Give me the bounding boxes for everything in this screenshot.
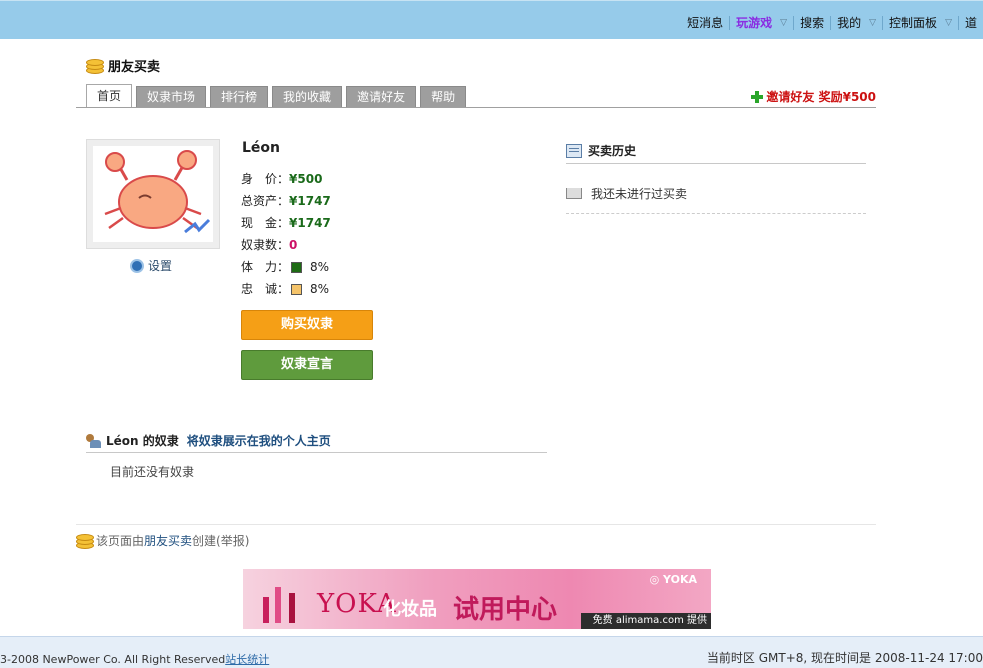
- content-footer-divider: [76, 524, 876, 525]
- stat-slave-count: 奴隶数： 0: [241, 238, 298, 252]
- tab-home[interactable]: 首页: [86, 84, 133, 108]
- banner-headline: 试用中心: [453, 595, 558, 625]
- top-nav-messages[interactable]: 短消息: [681, 16, 729, 30]
- buy-slave-button[interactable]: 购买奴隶: [241, 310, 373, 340]
- stats-link[interactable]: 站长统计: [225, 653, 269, 666]
- crab-avatar-image: [93, 146, 213, 242]
- top-nav-games[interactable]: 玩游戏 ▽: [729, 16, 793, 30]
- top-nav-search[interactable]: 搜索: [793, 16, 830, 30]
- chevron-down-icon[interactable]: ▽: [780, 16, 787, 30]
- top-bar: 短消息 玩游戏 ▽ 搜索 我的 ▽ 控制面板 ▽ 道: [0, 0, 983, 39]
- cart-icon: [566, 188, 582, 199]
- tab-favorites[interactable]: 我的收藏: [272, 86, 343, 108]
- slaves-empty: 目前还没有奴隶: [110, 465, 195, 479]
- username: Léon: [242, 140, 281, 156]
- app-title: 朋友买卖: [108, 60, 161, 75]
- tab-ranking[interactable]: 排行榜: [210, 86, 269, 108]
- top-nav: 短消息 玩游戏 ▽ 搜索 我的 ▽ 控制面板 ▽ 道: [681, 15, 983, 31]
- app-link[interactable]: 朋友买卖: [144, 532, 192, 549]
- created-by: 该页面由 朋友买卖 创建(举报): [76, 532, 249, 549]
- top-nav-more[interactable]: 道: [957, 16, 983, 30]
- history-divider: [566, 163, 866, 164]
- history-heading: 买卖历史: [566, 142, 636, 159]
- users-icon: [86, 433, 102, 448]
- tab-divider: [76, 107, 876, 108]
- list-icon: [566, 143, 582, 158]
- site-footer: 3-2008 NewPower Co. All Right Reserved站长…: [0, 636, 983, 668]
- top-nav-control-panel[interactable]: 控制面板 ▽: [882, 16, 958, 30]
- stat-loyalty: 忠 诚： 8%: [241, 282, 330, 296]
- app-header: 朋友买卖: [86, 56, 160, 75]
- history-empty: 我还未进行过买卖: [566, 185, 687, 202]
- lipstick-graphic: [275, 587, 281, 623]
- profile-stats: 身 价： ¥500 总资产： ¥1747 现 金： ¥1747 奴隶数： 0 体 力： 8…: [241, 168, 331, 300]
- chevron-down-icon[interactable]: ▽: [945, 16, 952, 30]
- tab-slave-market[interactable]: 奴隶市场: [136, 86, 207, 108]
- loyalty-bar: [291, 283, 303, 295]
- stat-cash: 现 金： ¥1747: [241, 216, 331, 230]
- show-slaves-link[interactable]: 将奴隶展示在我的个人主页: [187, 432, 331, 449]
- report-link[interactable]: 创建(举报): [192, 532, 249, 549]
- stamina-bar: [291, 261, 303, 273]
- slaves-divider: [86, 452, 547, 453]
- settings-link[interactable]: 设置: [130, 257, 172, 274]
- chevron-down-icon[interactable]: ▽: [869, 16, 876, 30]
- timezone-info: 当前时区 GMT+8, 现在时间是 2008-11-24 17:00: [706, 651, 983, 665]
- lipstick-graphic: [263, 597, 269, 623]
- copyright: 3-2008 NewPower Co. All Right Reserved站长…: [0, 653, 270, 666]
- stat-value: 身 价： ¥500: [241, 172, 323, 186]
- banner-provider: 免费 alimama.com 提供: [581, 613, 711, 629]
- tab-help[interactable]: 帮助: [420, 86, 467, 108]
- avatar[interactable]: [86, 139, 220, 249]
- history-dashed-divider: [566, 213, 866, 214]
- lipstick-graphic: [289, 593, 295, 623]
- coins-icon: [86, 58, 104, 74]
- plus-icon: [751, 90, 764, 103]
- stat-total-assets: 总资产： ¥1747: [241, 194, 331, 208]
- banner-subtitle: 化妆品: [383, 599, 437, 620]
- ad-banner[interactable]: YOKA 化妆品 试用中心 ◎ YOKA 免费 alimama.com 提供: [243, 569, 711, 629]
- gear-icon: [130, 258, 144, 273]
- top-nav-mine[interactable]: 我的 ▽: [830, 16, 882, 30]
- coins-icon: [76, 533, 94, 549]
- slaves-heading: Léon 的奴隶 将奴隶展示在我的个人主页: [86, 432, 331, 449]
- tab-invite[interactable]: 邀请好友: [346, 86, 417, 108]
- tab-bar: 首页 奴隶市场 排行榜 我的收藏 邀请好友 帮助: [86, 84, 470, 108]
- banner-logo: ◎ YOKA: [649, 573, 697, 586]
- stat-stamina: 体 力： 8%: [241, 260, 330, 274]
- slave-declaration-button[interactable]: 奴隶宣言: [241, 350, 373, 380]
- invite-reward-link[interactable]: 邀请好友 奖励¥500: [751, 88, 876, 105]
